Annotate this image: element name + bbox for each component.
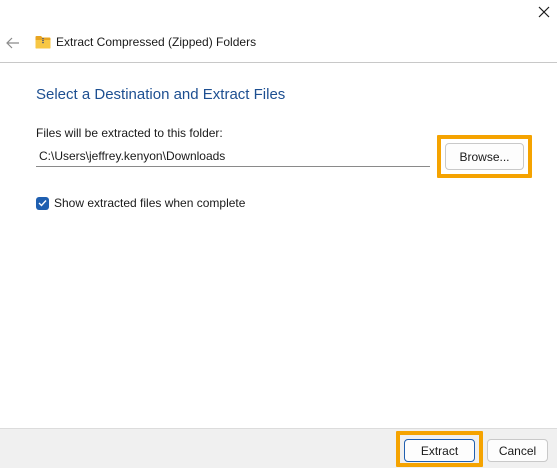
browse-button[interactable]: Browse... — [445, 143, 524, 170]
close-icon — [538, 6, 550, 18]
page-heading: Select a Destination and Extract Files — [36, 86, 286, 103]
show-files-option[interactable]: Show extracted files when complete — [36, 196, 245, 210]
show-files-checkbox[interactable] — [36, 196, 49, 210]
window-title: Extract Compressed (Zipped) Folders — [56, 35, 257, 49]
cancel-button[interactable]: Cancel — [487, 439, 548, 462]
destination-path-input[interactable] — [36, 145, 430, 167]
zip-folder-icon — [35, 36, 51, 49]
title-bar: Extract Compressed (Zipped) Folders — [0, 32, 557, 54]
back-button[interactable] — [5, 34, 21, 52]
show-files-label: Show extracted files when complete — [54, 196, 246, 210]
checkmark-icon — [38, 200, 47, 207]
extract-button[interactable]: Extract — [404, 439, 475, 462]
close-button[interactable] — [533, 2, 555, 22]
extract-dialog: Extract Compressed (Zipped) Folders Sele… — [0, 0, 557, 468]
header-divider — [0, 62, 557, 63]
back-arrow-icon — [6, 37, 19, 49]
destination-label: Files will be extracted to this folder: — [36, 126, 223, 140]
